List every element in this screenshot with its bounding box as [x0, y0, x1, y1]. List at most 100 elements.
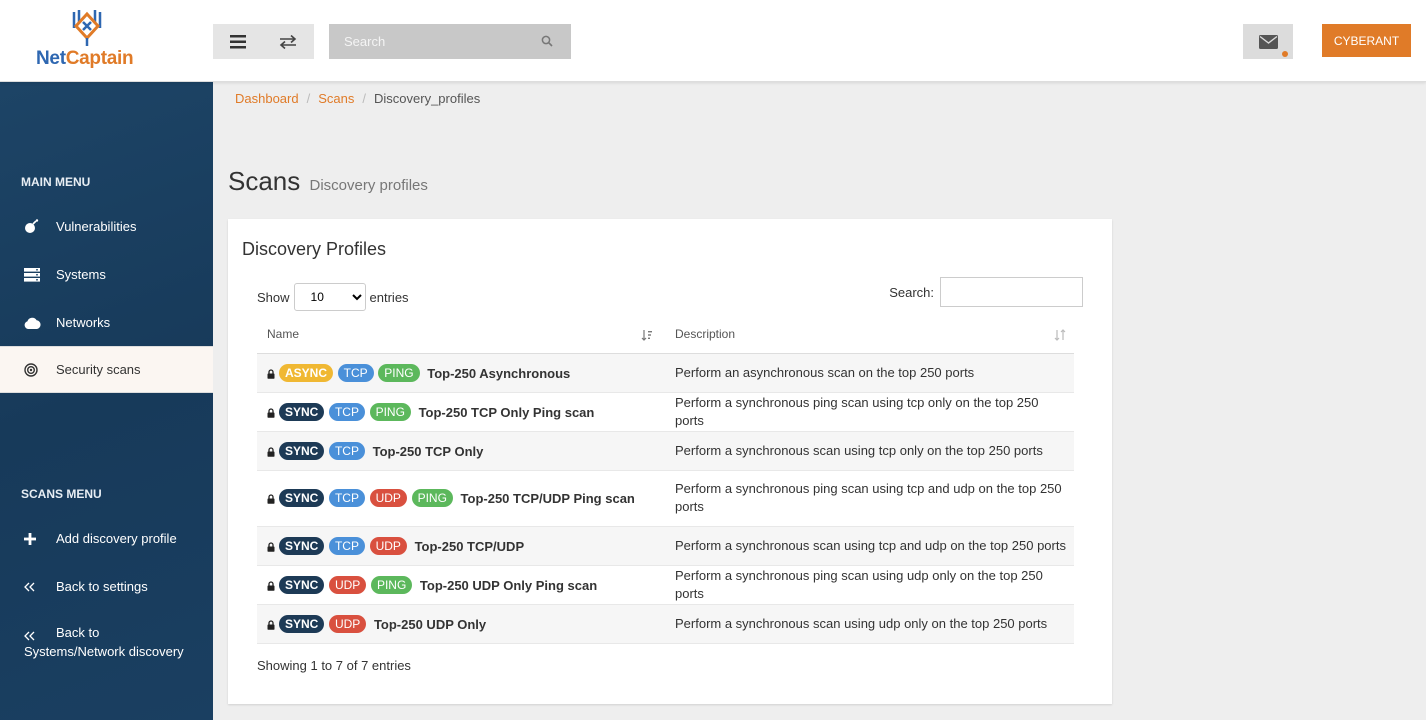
sidebar-item-add-discovery-profile[interactable]: Add discovery profile	[0, 515, 213, 562]
sidebar-item-back-to-settings[interactable]: Back to settings	[0, 563, 213, 610]
profile-name[interactable]: Top-250 UDP Only Ping scan	[420, 578, 597, 593]
lock-icon	[267, 580, 275, 591]
table-row[interactable]: SYNC TCP Top-250 TCP Only Perform a synch…	[257, 431, 1074, 471]
profile-name-cell: SYNC UDP PING Top-250 UDP Only Ping scan	[257, 565, 665, 605]
global-search-input[interactable]	[329, 24, 529, 59]
profile-name-cell: SYNC UDP Top-250 UDP Only	[257, 604, 665, 644]
profile-name[interactable]: Top-250 UDP Only	[374, 617, 486, 632]
sidebar-item-label: Systems/Network discovery	[24, 644, 184, 659]
user-menu-button[interactable]: CYBERANT	[1322, 24, 1411, 57]
lock-icon	[267, 368, 275, 379]
sidebar-item-label: Vulnerabilities	[56, 219, 137, 234]
messages-button[interactable]	[1243, 24, 1293, 59]
card-title: Discovery Profiles	[242, 239, 387, 259]
sidebar-item-vulnerabilities[interactable]: Vulnerabilities	[0, 203, 213, 250]
profile-name[interactable]: Top-250 TCP/UDP Ping scan	[461, 491, 635, 506]
sidebar-item-systems[interactable]: Systems	[0, 251, 213, 298]
logo-text: NetCaptain	[36, 48, 134, 69]
badge-tcp: TCP	[328, 402, 365, 421]
profile-name[interactable]: Top-250 TCP Only Ping scan	[419, 405, 595, 420]
discovery-profiles-card: Discovery Profiles Show 10 entries Searc…	[228, 219, 1112, 704]
badge-tcp: TCP	[328, 536, 365, 555]
table-row[interactable]: ASYNC TCP PING Top-250 Asynchronous Perfo…	[257, 353, 1074, 393]
badge-ping: PING	[370, 575, 413, 594]
badge-tcp: TCP	[328, 441, 365, 460]
badge-sync: SYNC	[279, 575, 325, 594]
breadcrumb: Dashboard / Scans / Discovery_profiles	[235, 91, 481, 106]
table-row[interactable]: SYNC TCP UDP Top-250 TCP/UDP Perform a sy…	[257, 526, 1074, 566]
sidebar-item-security-scans[interactable]: Security scans	[0, 346, 213, 393]
profile-name-cell: ASYNC TCP PING Top-250 Asynchronous	[257, 353, 665, 393]
plus-icon	[24, 532, 36, 545]
page-title: Scans Discovery profiles	[228, 166, 428, 196]
table-search-input[interactable]	[940, 277, 1083, 307]
sidebar-item-label: Back to	[56, 625, 100, 640]
profile-name-cell: SYNC TCP Top-250 TCP Only	[257, 431, 665, 471]
table-info: Showing 1 to 7 of 7 entries	[257, 658, 411, 673]
badge-sync: SYNC	[279, 402, 325, 421]
lock-icon	[267, 446, 275, 457]
profile-description: Perform an asynchronous scan on the top …	[665, 353, 1074, 393]
sidebar-item-label: Back to settings	[56, 579, 148, 594]
scans-menu-heading: SCANS MENU	[21, 487, 102, 501]
breadcrumb-dashboard[interactable]: Dashboard	[235, 91, 299, 106]
hamburger-icon	[230, 34, 246, 48]
badge-async: ASYNC	[279, 363, 334, 382]
profile-name-cell: SYNC TCP UDP PING Top-250 TCP/UDP Ping s…	[257, 470, 665, 527]
table-row[interactable]: SYNC UDP PING Top-250 UDP Only Ping scan…	[257, 565, 1074, 605]
sidebar-item-networks[interactable]: Networks	[0, 299, 213, 346]
main-menu-heading: MAIN MENU	[21, 175, 91, 189]
badge-tcp: TCP	[337, 363, 374, 382]
table-search: Search:	[889, 277, 1083, 307]
sidebar: MAIN MENU Vulnerabilities Systems Networ…	[0, 82, 213, 720]
badge-sync: SYNC	[279, 536, 325, 555]
switch-button[interactable]	[263, 24, 313, 59]
profile-description: Perform a synchronous scan using tcp onl…	[665, 431, 1074, 471]
notification-dot	[1282, 51, 1288, 57]
profiles-table: Name Description ASYNC TCP PING Top-250 …	[257, 316, 1074, 644]
profile-description: Perform a synchronous scan using tcp and…	[665, 526, 1074, 566]
badge-sync: SYNC	[279, 614, 325, 633]
sidebar-item-back-to-discovery[interactable]: Back to Systems/Network discovery	[0, 623, 213, 667]
page-length-control: Show 10 entries	[257, 283, 409, 311]
profile-name-cell: SYNC TCP PING Top-250 TCP Only Ping scan	[257, 392, 665, 432]
table-row[interactable]: SYNC UDP Top-250 UDP Only Perform a synch…	[257, 604, 1074, 644]
sort-ascending-icon	[641, 330, 652, 341]
profile-name[interactable]: Top-250 TCP Only	[373, 444, 484, 459]
table-row[interactable]: SYNC TCP UDP PING Top-250 TCP/UDP Ping s…	[257, 470, 1074, 527]
sidebar-item-label: Networks	[56, 315, 111, 330]
search-icon[interactable]	[541, 35, 553, 47]
profile-name[interactable]: Top-250 Asynchronous	[427, 366, 570, 381]
double-chevron-left-icon	[24, 582, 35, 591]
breadcrumb-scans[interactable]: Scans	[318, 91, 354, 106]
badge-sync: SYNC	[279, 489, 325, 507]
menu-toggle-button[interactable]	[213, 24, 263, 59]
badge-ping: PING	[411, 489, 453, 507]
badge-ping: PING	[369, 402, 411, 421]
profile-name-cell: SYNC TCP UDP Top-250 TCP/UDP	[257, 526, 665, 566]
column-header-description[interactable]: Description	[665, 316, 1074, 354]
page-length-select[interactable]: 10	[293, 283, 366, 311]
server-icon	[24, 267, 40, 282]
shield-logo-icon	[72, 10, 102, 46]
breadcrumb-current: Discovery_profiles	[374, 91, 481, 106]
badge-udp: UDP	[369, 489, 407, 507]
lock-icon	[267, 619, 275, 630]
toolbar-button-group	[213, 24, 314, 59]
table-row[interactable]: SYNC TCP PING Top-250 TCP Only Ping scan…	[257, 392, 1074, 432]
badge-udp: UDP	[328, 614, 367, 633]
column-header-name[interactable]: Name	[257, 316, 665, 354]
lock-icon	[267, 541, 275, 552]
lock-icon	[267, 407, 275, 418]
sort-both-icon	[1054, 329, 1066, 341]
profile-description: Perform a synchronous ping scan using tc…	[665, 392, 1074, 432]
badge-ping: PING	[378, 363, 420, 382]
badge-udp: UDP	[369, 536, 407, 555]
profile-description: Perform a synchronous ping scan using tc…	[665, 470, 1074, 527]
netcaptain-logo[interactable]: NetCaptain	[34, 8, 144, 74]
cloud-icon	[24, 317, 41, 329]
top-bar: NetCaptain CYBERANT	[0, 0, 1426, 82]
global-search	[329, 24, 571, 59]
profile-name[interactable]: Top-250 TCP/UDP	[415, 539, 525, 554]
badge-sync: SYNC	[279, 441, 325, 460]
